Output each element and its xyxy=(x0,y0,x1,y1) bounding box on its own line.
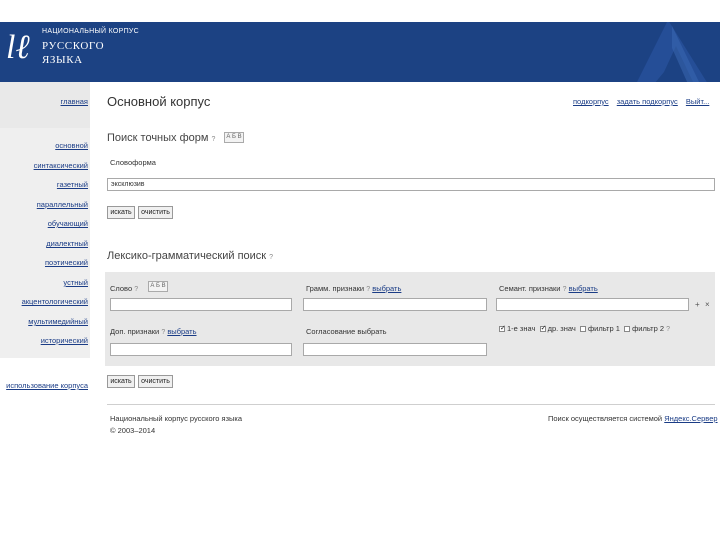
agreement-label[interactable]: Согласование выбрать xyxy=(306,327,387,336)
footer-copyright-title: Национальный корпус русского языка xyxy=(110,414,243,423)
help-icon[interactable]: ? xyxy=(134,286,138,293)
exit-link[interactable]: Выйт... xyxy=(686,97,709,106)
extra-label: Доп. признаки ? выбрать xyxy=(110,327,197,336)
top-links: подкорпус задать подкорпус Выйт... xyxy=(573,97,715,106)
nav-item-multimedia[interactable]: мультимедийный xyxy=(28,317,88,326)
lexgram-search-title-text: Лексико-грамматический поиск xyxy=(107,250,267,262)
exact-search-title: Поиск точных форм ? xyxy=(107,132,215,144)
exact-clear-button[interactable]: очистить xyxy=(138,206,173,219)
logo-icon[interactable]: lℓ xyxy=(6,30,36,66)
checkbox-filter-1[interactable] xyxy=(579,326,586,333)
checkbox-first-sense[interactable] xyxy=(499,324,506,333)
footer-search-text: Поиск осуществляется системой xyxy=(548,414,663,423)
word-input[interactable] xyxy=(110,298,292,311)
footer-copyright-years: © 2003–2014 xyxy=(110,426,156,435)
help-icon[interactable]: ? xyxy=(366,286,370,293)
subcorpus-link[interactable]: подкорпус xyxy=(573,97,609,106)
sem-choose-link[interactable]: выбрать xyxy=(569,284,598,293)
sem-label: Семант. признаки ? выбрать xyxy=(499,284,598,293)
lexgram-search-button[interactable]: искать xyxy=(107,375,135,388)
wordform-label: Словоформа xyxy=(110,158,156,167)
sem-input[interactable] xyxy=(496,298,689,311)
gram-input[interactable] xyxy=(303,298,487,311)
nav-item-poetic[interactable]: поэтический xyxy=(45,258,88,267)
nav-item-main[interactable]: основной xyxy=(55,141,88,150)
help-icon[interactable]: ? xyxy=(563,286,567,293)
filter-1-label: фильтр 1 xyxy=(587,324,620,333)
page-title: Основной корпус xyxy=(107,94,211,109)
footer-search-engine: Поиск осуществляется системой Яндекс.Сер… xyxy=(548,414,718,423)
gram-label: Грамм. признаки ? выбрать xyxy=(306,284,401,293)
gram-choose-link[interactable]: выбрать xyxy=(372,284,401,293)
agreement-input[interactable] xyxy=(303,343,487,356)
nav-item-accent[interactable]: акцентологический xyxy=(22,297,88,306)
word-label: Слово ? xyxy=(110,284,138,293)
gram-label-text: Грамм. признаки xyxy=(306,284,365,293)
virtual-keyboard-button[interactable]: А Б В xyxy=(224,132,244,143)
logo-title-small: НАЦИОНАЛЬНЫЙ КОРПУС xyxy=(42,28,140,35)
set-subcorpus-link[interactable]: задать подкорпус xyxy=(617,97,678,106)
nav-item-syntax[interactable]: синтаксический xyxy=(34,161,88,170)
virtual-keyboard-button[interactable]: А Б В xyxy=(148,281,168,292)
nav-item-newspaper[interactable]: газетный xyxy=(57,180,88,189)
add-word-icon[interactable]: + xyxy=(695,300,700,309)
extra-choose-link[interactable]: выбрать xyxy=(167,327,196,336)
first-sense-label: 1-е знач xyxy=(507,324,536,333)
word-label-text: Слово xyxy=(110,284,133,293)
nav-home[interactable]: главная xyxy=(61,97,88,106)
sense-options: 1-е знач др. знач фильтр 1 фильтр 2 ? xyxy=(499,324,670,333)
lexgram-clear-button[interactable]: очистить xyxy=(138,375,173,388)
extra-label-text: Доп. признаки xyxy=(110,327,160,336)
lexgram-search-title: Лексико-грамматический поиск ? xyxy=(107,250,273,262)
nav-item-spoken[interactable]: устный xyxy=(63,278,88,287)
header-decoration-icon xyxy=(637,22,707,82)
help-icon[interactable]: ? xyxy=(269,254,273,261)
help-icon[interactable]: ? xyxy=(161,329,165,336)
nav-corpus-usage[interactable]: использование корпуса xyxy=(6,381,88,390)
other-sense-label: др. знач xyxy=(547,324,576,333)
nav-item-parallel[interactable]: параллельный xyxy=(37,200,88,209)
exact-search-title-text: Поиск точных форм xyxy=(107,132,209,144)
nav-item-dialect[interactable]: диалектный xyxy=(46,239,88,248)
exact-search-button[interactable]: искать xyxy=(107,206,135,219)
filter-2-label: фильтр 2 xyxy=(632,324,664,333)
remove-word-icon[interactable]: × xyxy=(705,300,710,309)
help-icon[interactable]: ? xyxy=(212,136,216,143)
wordform-input[interactable]: эксклюзив xyxy=(107,178,715,191)
nav-item-educational[interactable]: обучающий xyxy=(48,219,88,228)
sem-label-text: Семант. признаки xyxy=(499,284,561,293)
checkbox-filter-2[interactable] xyxy=(624,326,631,333)
footer-divider xyxy=(107,404,715,405)
nav-item-historical[interactable]: исторический xyxy=(41,336,88,345)
site-header: lℓ НАЦИОНАЛЬНЫЙ КОРПУС РУССКОГО ЯЗЫКА xyxy=(0,22,720,82)
logo-title-line2: РУССКОГО xyxy=(42,40,105,52)
logo-title-line3: ЯЗЫКА xyxy=(42,54,83,66)
extra-input[interactable] xyxy=(110,343,292,356)
checkbox-other-sense[interactable] xyxy=(539,324,546,333)
yandex-server-link[interactable]: Яндекс.Сервер xyxy=(664,414,717,423)
help-icon[interactable]: ? xyxy=(666,326,670,333)
